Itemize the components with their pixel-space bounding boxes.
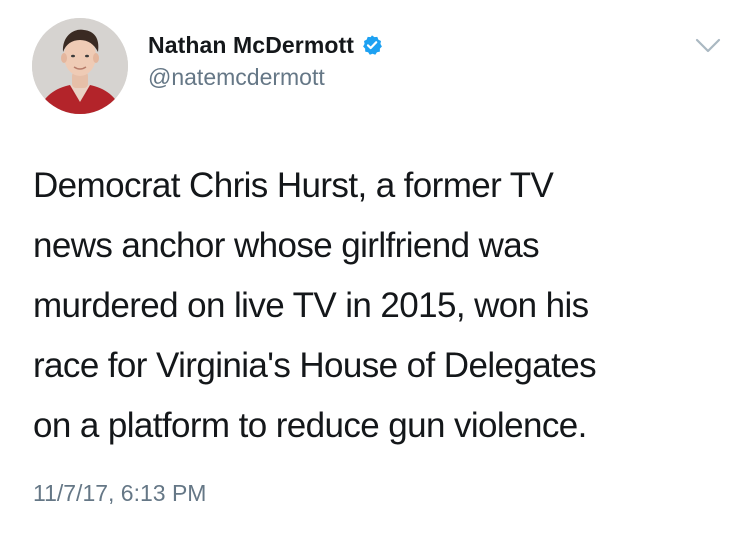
verified-badge-icon [361,34,383,56]
tweet-text: Democrat Chris Hurst, a former TV news a… [33,156,723,456]
tweet-text-line: news anchor whose girlfriend was [33,226,540,265]
author-display-name[interactable]: Nathan McDermott [148,32,354,59]
tweet-text-line: murdered on live TV in 2015, won his [33,286,589,325]
author-handle[interactable]: @natemcdermott [148,64,325,91]
avatar-photo [32,18,128,114]
author-name-row[interactable]: Nathan McDermott [148,28,383,62]
tweet-timestamp[interactable]: 11/7/17, 6:13 PM [33,480,206,507]
tweet-text-line: on a platform to reduce gun violence. [33,406,587,445]
chevron-down-icon[interactable] [694,36,722,56]
tweet-text-line: race for Virginia's House of Delegates [33,346,597,385]
tweet-text-line: Democrat Chris Hurst, a former TV [33,166,554,205]
avatar[interactable] [32,18,128,114]
tweet-card: Nathan McDermott @natemcdermott Democrat… [0,0,750,534]
